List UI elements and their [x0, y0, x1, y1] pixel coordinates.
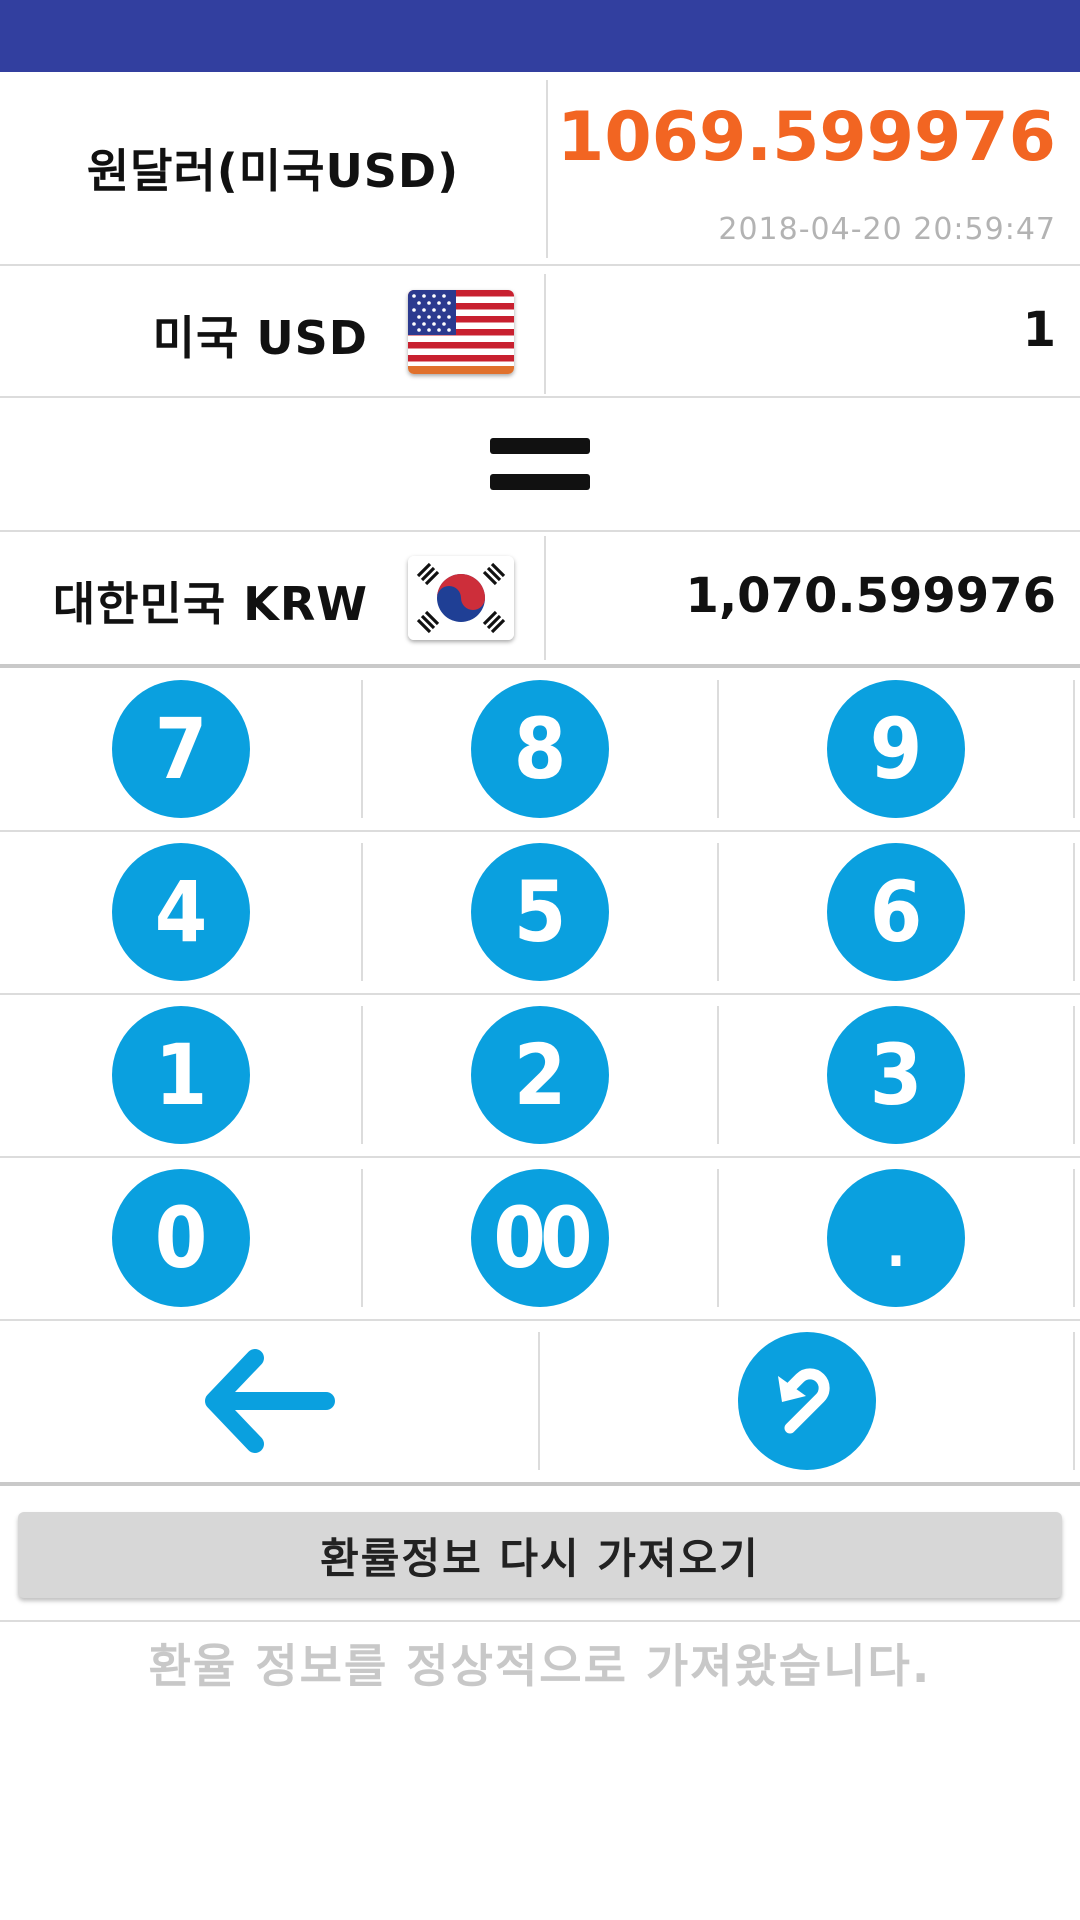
- key-6-button[interactable]: 6: [827, 843, 965, 981]
- key-cell: .: [718, 1169, 1074, 1307]
- key-7-button[interactable]: 7: [112, 680, 250, 818]
- key-8-button[interactable]: 8: [471, 680, 609, 818]
- arrow-left-icon: [205, 1349, 335, 1453]
- reset-cell: [540, 1332, 1074, 1470]
- divider: [0, 1620, 1080, 1622]
- key-cell: 3: [718, 1006, 1074, 1144]
- divider: [1073, 843, 1075, 981]
- key-cell: 1: [0, 1006, 362, 1144]
- divider: [1073, 1169, 1075, 1307]
- key-cell: 8: [362, 680, 718, 818]
- undo-icon: [778, 1368, 830, 1434]
- key-cell: 2: [362, 1006, 718, 1144]
- key-decimal-button[interactable]: .: [827, 1169, 965, 1307]
- from-amount-value: 1: [1022, 302, 1056, 358]
- divider: [0, 830, 1080, 832]
- divider: [544, 536, 546, 660]
- key-cell: 7: [0, 680, 362, 818]
- divider: [546, 80, 548, 258]
- divider: [1073, 1006, 1075, 1144]
- section-divider: [0, 1482, 1080, 1486]
- key-0-button[interactable]: 0: [112, 1169, 250, 1307]
- key-cell: 4: [0, 843, 362, 981]
- equals-icon: [490, 438, 590, 490]
- refresh-rate-button[interactable]: 환률정보 다시 가져오기: [18, 1512, 1062, 1598]
- divider: [0, 1156, 1080, 1158]
- status-bar: [0, 0, 1080, 72]
- from-currency-label: 미국 USD: [152, 311, 368, 365]
- key-3-button[interactable]: 3: [827, 1006, 965, 1144]
- backspace-button[interactable]: [0, 1332, 540, 1470]
- key-2-button[interactable]: 2: [471, 1006, 609, 1144]
- from-currency-row[interactable]: 미국 USD 1: [0, 266, 1080, 396]
- to-currency-label: 대한민국 KRW: [52, 577, 368, 631]
- key-cell: 00: [362, 1169, 718, 1307]
- key-00-button[interactable]: 00: [471, 1169, 609, 1307]
- key-9-button[interactable]: 9: [827, 680, 965, 818]
- key-5-button[interactable]: 5: [471, 843, 609, 981]
- kr-flag-icon[interactable]: [408, 556, 514, 640]
- key-cell: 0: [0, 1169, 362, 1307]
- exchange-rate-value: 1069.599976: [557, 98, 1056, 177]
- key-1-button[interactable]: 1: [112, 1006, 250, 1144]
- divider: [1073, 680, 1075, 818]
- divider: [0, 396, 1080, 398]
- key-cell: 6: [718, 843, 1074, 981]
- divider: [0, 993, 1080, 995]
- status-message: 환율 정보를 정상적으로 가져왔습니다.: [148, 1639, 932, 1693]
- reset-button[interactable]: [738, 1332, 876, 1470]
- us-flag-icon[interactable]: [408, 290, 514, 374]
- divider: [0, 1319, 1080, 1321]
- divider: [1073, 1332, 1075, 1470]
- divider: [544, 274, 546, 394]
- to-amount-value: 1,070.599976: [685, 568, 1056, 624]
- section-divider: [0, 664, 1080, 668]
- to-currency-row[interactable]: 대한민국 KRW 1,070.599976: [0, 532, 1080, 664]
- rate-timestamp: 2018-04-20 20:59:47: [718, 212, 1056, 247]
- rate-title: 원달러(미국USD): [86, 144, 460, 198]
- key-cell: 5: [362, 843, 718, 981]
- key-cell: 9: [718, 680, 1074, 818]
- key-4-button[interactable]: 4: [112, 843, 250, 981]
